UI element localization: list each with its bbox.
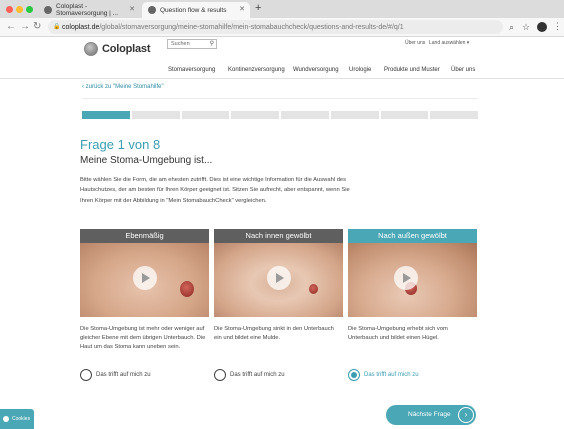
lock-icon: 🔒 xyxy=(53,24,61,30)
radio-label[interactable]: Das trifft auf mich zu xyxy=(230,372,285,378)
option-heading: Nach außen gewölbt xyxy=(348,229,477,243)
option-description: Die Stoma-Umgebung sinkt in den Unterbau… xyxy=(214,326,334,342)
next-button-label: Nächste Frage xyxy=(408,411,451,418)
option-video[interactable]: Ebenmäßig xyxy=(80,229,209,317)
play-icon[interactable] xyxy=(267,266,291,290)
close-tab-icon[interactable]: ✕ xyxy=(129,5,135,13)
site-search-input[interactable]: Suchen ⚲ xyxy=(167,39,217,49)
browser-toolbar: ← → ↻ 🔒 coloplast.de/global/stomaversorg… xyxy=(0,18,564,37)
divider xyxy=(82,98,478,99)
option-radio[interactable]: Das trifft auf mich zu xyxy=(348,369,419,381)
tab-title: Coloplast - Stomaversorgung | ... xyxy=(56,3,119,17)
option-video[interactable]: Nach innen gewölbt xyxy=(214,229,343,317)
question-progress-bar xyxy=(82,111,478,119)
nav-item-wundversorgung[interactable]: Wundversorgung xyxy=(293,67,339,73)
progress-segment xyxy=(281,111,329,119)
progress-segment xyxy=(82,111,130,119)
play-icon[interactable] xyxy=(394,266,418,290)
progress-segment xyxy=(430,111,478,119)
reload-icon[interactable]: ↻ xyxy=(33,21,41,32)
site-header: Coloplast Suchen ⚲ Über uns Land auswähl… xyxy=(0,37,564,79)
back-link[interactable]: ‹ zurück zu "Meine Stomahilfe" xyxy=(82,84,164,90)
tab-title: Question flow & results xyxy=(160,6,227,14)
option-description: Die Stoma-Umgebung ist mehr oder weniger… xyxy=(80,326,206,351)
minimize-window-icon[interactable] xyxy=(16,6,23,13)
question-instructions: Bitte wählen Sie die Form, die am eheste… xyxy=(80,177,350,204)
coloplast-favicon-icon xyxy=(44,6,52,14)
search-icon[interactable]: ⚲ xyxy=(210,40,214,48)
nav-item-urologie[interactable]: Urologie xyxy=(349,67,371,73)
bookmark-star-icon[interactable]: ☆ xyxy=(522,22,530,33)
url-bar[interactable]: 🔒 coloplast.de/global/stomaversorgung/me… xyxy=(48,20,503,34)
option-heading: Nach innen gewölbt xyxy=(214,229,343,243)
search-placeholder: Suchen xyxy=(171,41,190,47)
forward-arrow-icon[interactable]: → xyxy=(20,21,30,32)
next-question-button[interactable]: Nächste Frage › xyxy=(386,405,476,425)
progress-segment xyxy=(131,111,180,119)
new-tab-icon[interactable]: + xyxy=(255,2,261,14)
nav-item-kontinenzversorgung[interactable]: Kontinenzversorgung xyxy=(228,67,285,73)
browser-tab-coloplast[interactable]: Coloplast - Stomaversorgung | ... ✕ xyxy=(38,2,140,18)
logo-text: Coloplast xyxy=(102,43,151,55)
radio-button-icon[interactable] xyxy=(80,369,92,381)
stoma-illustration xyxy=(309,284,318,294)
profile-avatar-icon[interactable] xyxy=(537,22,547,32)
close-window-icon[interactable] xyxy=(6,6,13,13)
back-link-label: zurück zu "Meine Stomahilfe" xyxy=(85,84,164,90)
cookies-label: Cookies xyxy=(12,416,31,422)
coloplast-logo[interactable]: Coloplast xyxy=(84,42,151,56)
stoma-illustration xyxy=(180,281,194,297)
option-description: Die Stoma-Umgebung erhebt sich vom Unter… xyxy=(348,326,448,342)
zoom-icon[interactable]: ⌕ xyxy=(509,22,514,33)
cookie-icon xyxy=(3,416,9,422)
radio-button-icon[interactable] xyxy=(214,369,226,381)
nav-item-produkte-und-muster[interactable]: Produkte und Muster xyxy=(384,67,440,73)
coloplast-favicon-icon xyxy=(148,6,156,14)
option-card-nach-aussen-gewoelbt: Nach außen gewölbt Die Stoma-Umgebung er… xyxy=(348,229,477,381)
back-arrow-icon[interactable]: ← xyxy=(6,21,16,32)
coloplast-logo-icon xyxy=(84,42,98,56)
url-path: /global/stomaversorgung/meine-stomahilfe… xyxy=(99,23,404,31)
option-card-ebenmaessig: Ebenmäßig Die Stoma-Umgebung ist mehr od… xyxy=(80,229,209,381)
browser-menu-icon[interactable]: ⋮ xyxy=(553,21,562,32)
browser-tab-question-flow[interactable]: Question flow & results ✕ xyxy=(142,2,250,18)
option-video[interactable]: Nach außen gewölbt xyxy=(348,229,477,317)
option-heading: Ebenmäßig xyxy=(80,229,209,243)
progress-segment xyxy=(181,111,230,119)
nav-item-ueber-uns[interactable]: Über uns xyxy=(451,67,475,73)
progress-segment xyxy=(330,111,379,119)
progress-segment xyxy=(231,111,279,119)
question-title: Meine Stoma-Umgebung ist... xyxy=(80,155,213,166)
option-radio[interactable]: Das trifft auf mich zu xyxy=(80,369,151,381)
browser-tab-strip: Coloplast - Stomaversorgung | ... ✕ Ques… xyxy=(0,0,564,18)
option-card-nach-innen-gewoelbt: Nach innen gewölbt Die Stoma-Umgebung si… xyxy=(214,229,343,381)
cookies-button[interactable]: Cookies xyxy=(0,409,34,429)
progress-segment xyxy=(380,111,429,119)
radio-label[interactable]: Das trifft auf mich zu xyxy=(364,372,419,378)
nav-item-stomaversorgung[interactable]: Stomaversorgung xyxy=(168,67,215,73)
radio-label[interactable]: Das trifft auf mich zu xyxy=(96,372,151,378)
option-radio[interactable]: Das trifft auf mich zu xyxy=(214,369,285,381)
close-tab-icon[interactable]: ✕ xyxy=(239,5,245,13)
country-select[interactable]: Land auswählen ▾ xyxy=(429,40,469,46)
chevron-right-icon: › xyxy=(458,407,474,423)
play-icon[interactable] xyxy=(133,266,157,290)
util-link-about[interactable]: Über uns xyxy=(405,40,425,46)
radio-button-selected-icon[interactable] xyxy=(348,369,360,381)
main-navigation: Stomaversorgung Kontinenzversorgung Wund… xyxy=(0,63,564,79)
question-number: Frage 1 von 8 xyxy=(80,137,161,152)
maximize-window-icon[interactable] xyxy=(26,6,33,13)
url-domain: coloplast.de xyxy=(62,23,100,31)
